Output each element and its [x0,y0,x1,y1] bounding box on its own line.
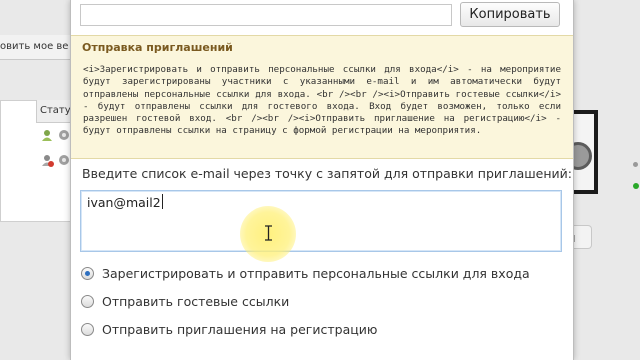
background-toolbar-text: овить мое ве [0,41,69,52]
user-blocked-icon [42,155,54,167]
gear-icon [59,130,69,140]
radio-button[interactable] [81,294,94,308]
option-send-guest-links[interactable]: Отправить гостевые ссылки [81,292,289,310]
option-label: Зарегистрировать и отправить персональны… [102,265,530,281]
email-list-input[interactable]: ivan@mail2 [80,190,562,252]
option-register-and-send[interactable]: Зарегистрировать и отправить персональны… [81,264,530,282]
radio-button[interactable] [81,322,94,336]
status-dot-green [633,183,639,189]
info-box: Отправка приглашений <i>Зарегистрировать… [71,35,573,159]
option-label: Отправить гостевые ссылки [102,293,290,309]
status-dot-gray [633,162,638,167]
section-title: Отправка приглашений [82,41,233,54]
option-send-registration-invites[interactable]: Отправить приглашения на регистрацию [81,320,377,338]
background-toolbar: овить мое ве [0,35,75,60]
info-text: <i>Зарегистрировать и отправить персонал… [83,64,561,137]
text-caret [161,194,163,209]
invitation-dialog: Копировать Отправка приглашений <i>Зарег… [70,0,574,360]
user-icon [42,130,52,141]
text-cursor-icon [265,225,272,241]
email-list-label: Введите список e-mail через точку с запя… [82,166,572,181]
copy-button[interactable]: Копировать [460,2,560,27]
option-label: Отправить приглашения на регистрацию [102,321,378,337]
invite-link-field[interactable] [80,4,452,26]
radio-button[interactable] [81,266,94,280]
gear-icon [59,155,69,165]
